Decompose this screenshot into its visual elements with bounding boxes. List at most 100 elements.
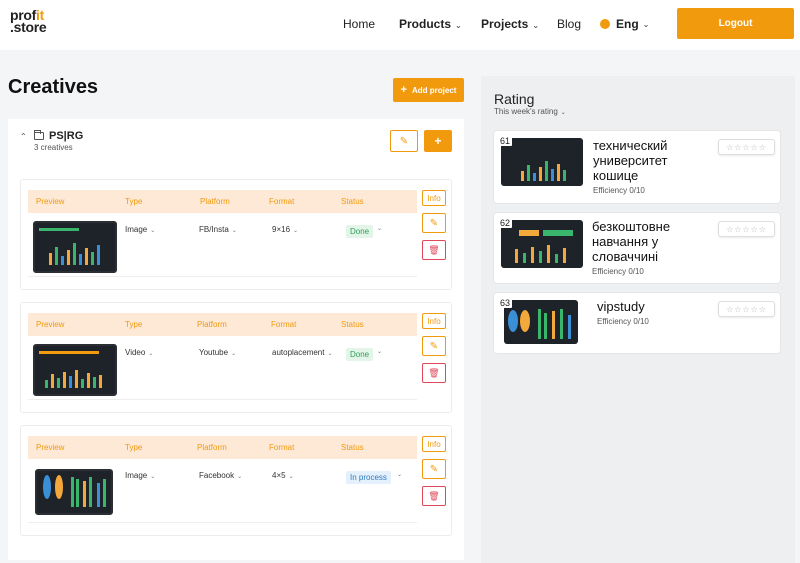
thumbnail-graphic [557, 164, 560, 181]
rating-panel: Rating This week's rating ⌄ 61 технически… [481, 76, 795, 563]
chevron-down-icon: ⌄ [148, 351, 154, 357]
thumbnail-graphic [568, 315, 571, 339]
creative-preview-image[interactable] [33, 344, 117, 396]
logout-button[interactable]: Logout [677, 8, 794, 39]
project-creative-count: 3 creatives [34, 143, 73, 152]
thumbnail-graphic [508, 310, 518, 332]
thumbnail-graphic [515, 249, 518, 263]
rating-efficiency: Efficiency 0/10 [593, 186, 645, 195]
nav-home[interactable]: Home [343, 17, 375, 31]
trash-icon: 🗑 [428, 367, 440, 378]
info-button[interactable]: Info [422, 190, 446, 206]
edit-project-button[interactable]: ✎ [390, 130, 418, 152]
chevron-up-icon[interactable]: ⌃ [20, 132, 27, 141]
status-badge[interactable]: Done [346, 225, 374, 238]
logo[interactable]: profit .store [10, 8, 52, 34]
edit-creative-button[interactable]: ✎ [422, 213, 446, 233]
plus-icon: + [400, 84, 407, 96]
creative-preview-image[interactable] [35, 469, 113, 515]
rating-card[interactable]: 62 безкоштовне навчання у словаччині Eff… [493, 212, 781, 284]
creative-table-header: Preview Type Platform Format Status [28, 313, 417, 336]
delete-creative-button[interactable]: 🗑 [422, 363, 446, 383]
edit-creative-button[interactable]: ✎ [422, 459, 446, 479]
rating-efficiency: Efficiency 0/10 [592, 267, 644, 276]
chevron-down-icon: ⌄ [642, 19, 650, 29]
creative-preview-image[interactable] [33, 221, 117, 273]
thumbnail-graphic [555, 254, 558, 263]
creative-row: Preview Type Platform Format Status Imag… [20, 425, 452, 536]
rating-period-select[interactable]: This week's rating ⌄ [494, 107, 566, 116]
type-select[interactable]: Image ⌄ [125, 471, 155, 480]
nav-home-label: Home [343, 17, 376, 31]
preview-graphic [67, 250, 70, 265]
preview-graphic [91, 252, 94, 265]
column-header-platform: Platform [197, 443, 227, 452]
preview-graphic [45, 380, 48, 388]
delete-creative-button[interactable]: 🗑 [422, 240, 446, 260]
thumbnail-graphic [563, 170, 566, 181]
trash-icon: 🗑 [428, 244, 440, 255]
chevron-down-icon: ⌄ [150, 474, 156, 480]
preview-graphic [103, 479, 106, 507]
thumbnail-graphic [552, 311, 555, 339]
preview-graphic [87, 373, 90, 388]
nav-products[interactable]: Products ⌄ [399, 17, 462, 31]
thumbnail-graphic [521, 171, 524, 181]
language-selector[interactable]: Eng ⌄ [600, 17, 649, 31]
rating-rank: 61 [498, 136, 513, 146]
nav-projects[interactable]: Projects ⌄ [481, 17, 539, 31]
platform-select[interactable]: Youtube ⌄ [199, 348, 236, 357]
project-name: PS|RG [49, 130, 84, 142]
project-card: ⌃ PS|RG 3 creatives ✎ + Preview Type Pla… [8, 119, 464, 560]
star-rating-widget[interactable]: ☆☆☆☆☆ [718, 139, 775, 155]
add-project-button[interactable]: + Add project [393, 78, 464, 102]
chevron-down-icon[interactable]: ⌄ [377, 348, 382, 355]
info-button[interactable]: Info [422, 436, 446, 452]
status-badge[interactable]: In process [346, 471, 391, 484]
rating-efficiency: Efficiency 0/10 [597, 317, 649, 326]
creative-row: Preview Type Platform Format Status Imag… [20, 179, 452, 290]
add-project-label: Add project [411, 85, 457, 95]
thumbnail-graphic [533, 173, 536, 181]
edit-creative-button[interactable]: ✎ [422, 336, 446, 356]
platform-value: Facebook [199, 471, 235, 480]
chevron-down-icon[interactable]: ⌄ [397, 471, 402, 478]
thumbnail-graphic [551, 169, 554, 181]
nav-blog-label: Blog [557, 17, 582, 31]
delete-creative-button[interactable]: 🗑 [422, 486, 446, 506]
column-header-preview: Preview [36, 197, 65, 206]
chevron-down-icon[interactable]: ⌄ [377, 225, 382, 232]
nav-blog[interactable]: Blog [557, 17, 581, 31]
info-button[interactable]: Info [422, 313, 446, 329]
status-badge[interactable]: Done [346, 348, 374, 361]
type-select[interactable]: Video ⌄ [125, 348, 153, 357]
format-select[interactable]: 4×5 ⌄ [272, 471, 294, 480]
type-value: Video [125, 348, 146, 357]
rating-card[interactable]: 63 vipstudy Efficiency 0/10 ☆☆☆☆☆ [493, 292, 781, 354]
preview-graphic [57, 378, 60, 388]
platform-value: Youtube [199, 348, 229, 357]
platform-select[interactable]: FB/Insta ⌄ [199, 225, 237, 234]
preview-graphic [93, 377, 96, 388]
preview-graphic [69, 376, 72, 388]
thumbnail-graphic [523, 253, 526, 263]
format-select[interactable]: autoplacement ⌄ [272, 348, 333, 357]
nav-products-label: Products [399, 17, 452, 31]
star-rating-widget[interactable]: ☆☆☆☆☆ [718, 221, 775, 237]
column-header-status: Status [341, 443, 364, 452]
preview-graphic [83, 481, 86, 507]
creatives-panel: Creatives + Add project ⌃ PS|RG 3 creativ… [0, 62, 472, 563]
column-header-platform: Platform [197, 320, 227, 329]
platform-value: FB/Insta [199, 225, 229, 234]
rating-card[interactable]: 61 технический университет кошице Effici… [493, 130, 781, 204]
rating-title: Rating [494, 91, 535, 107]
creative-table-header: Preview Type Platform Format Status [28, 436, 417, 459]
platform-select[interactable]: Facebook ⌄ [199, 471, 242, 480]
star-rating-widget[interactable]: ☆☆☆☆☆ [718, 301, 775, 317]
add-creative-button[interactable]: + [424, 130, 452, 152]
format-select[interactable]: 9×16 ⌄ [272, 225, 298, 234]
divider [28, 276, 417, 277]
column-header-format: Format [269, 197, 295, 206]
type-select[interactable]: Image ⌄ [125, 225, 155, 234]
preview-graphic [75, 370, 78, 388]
